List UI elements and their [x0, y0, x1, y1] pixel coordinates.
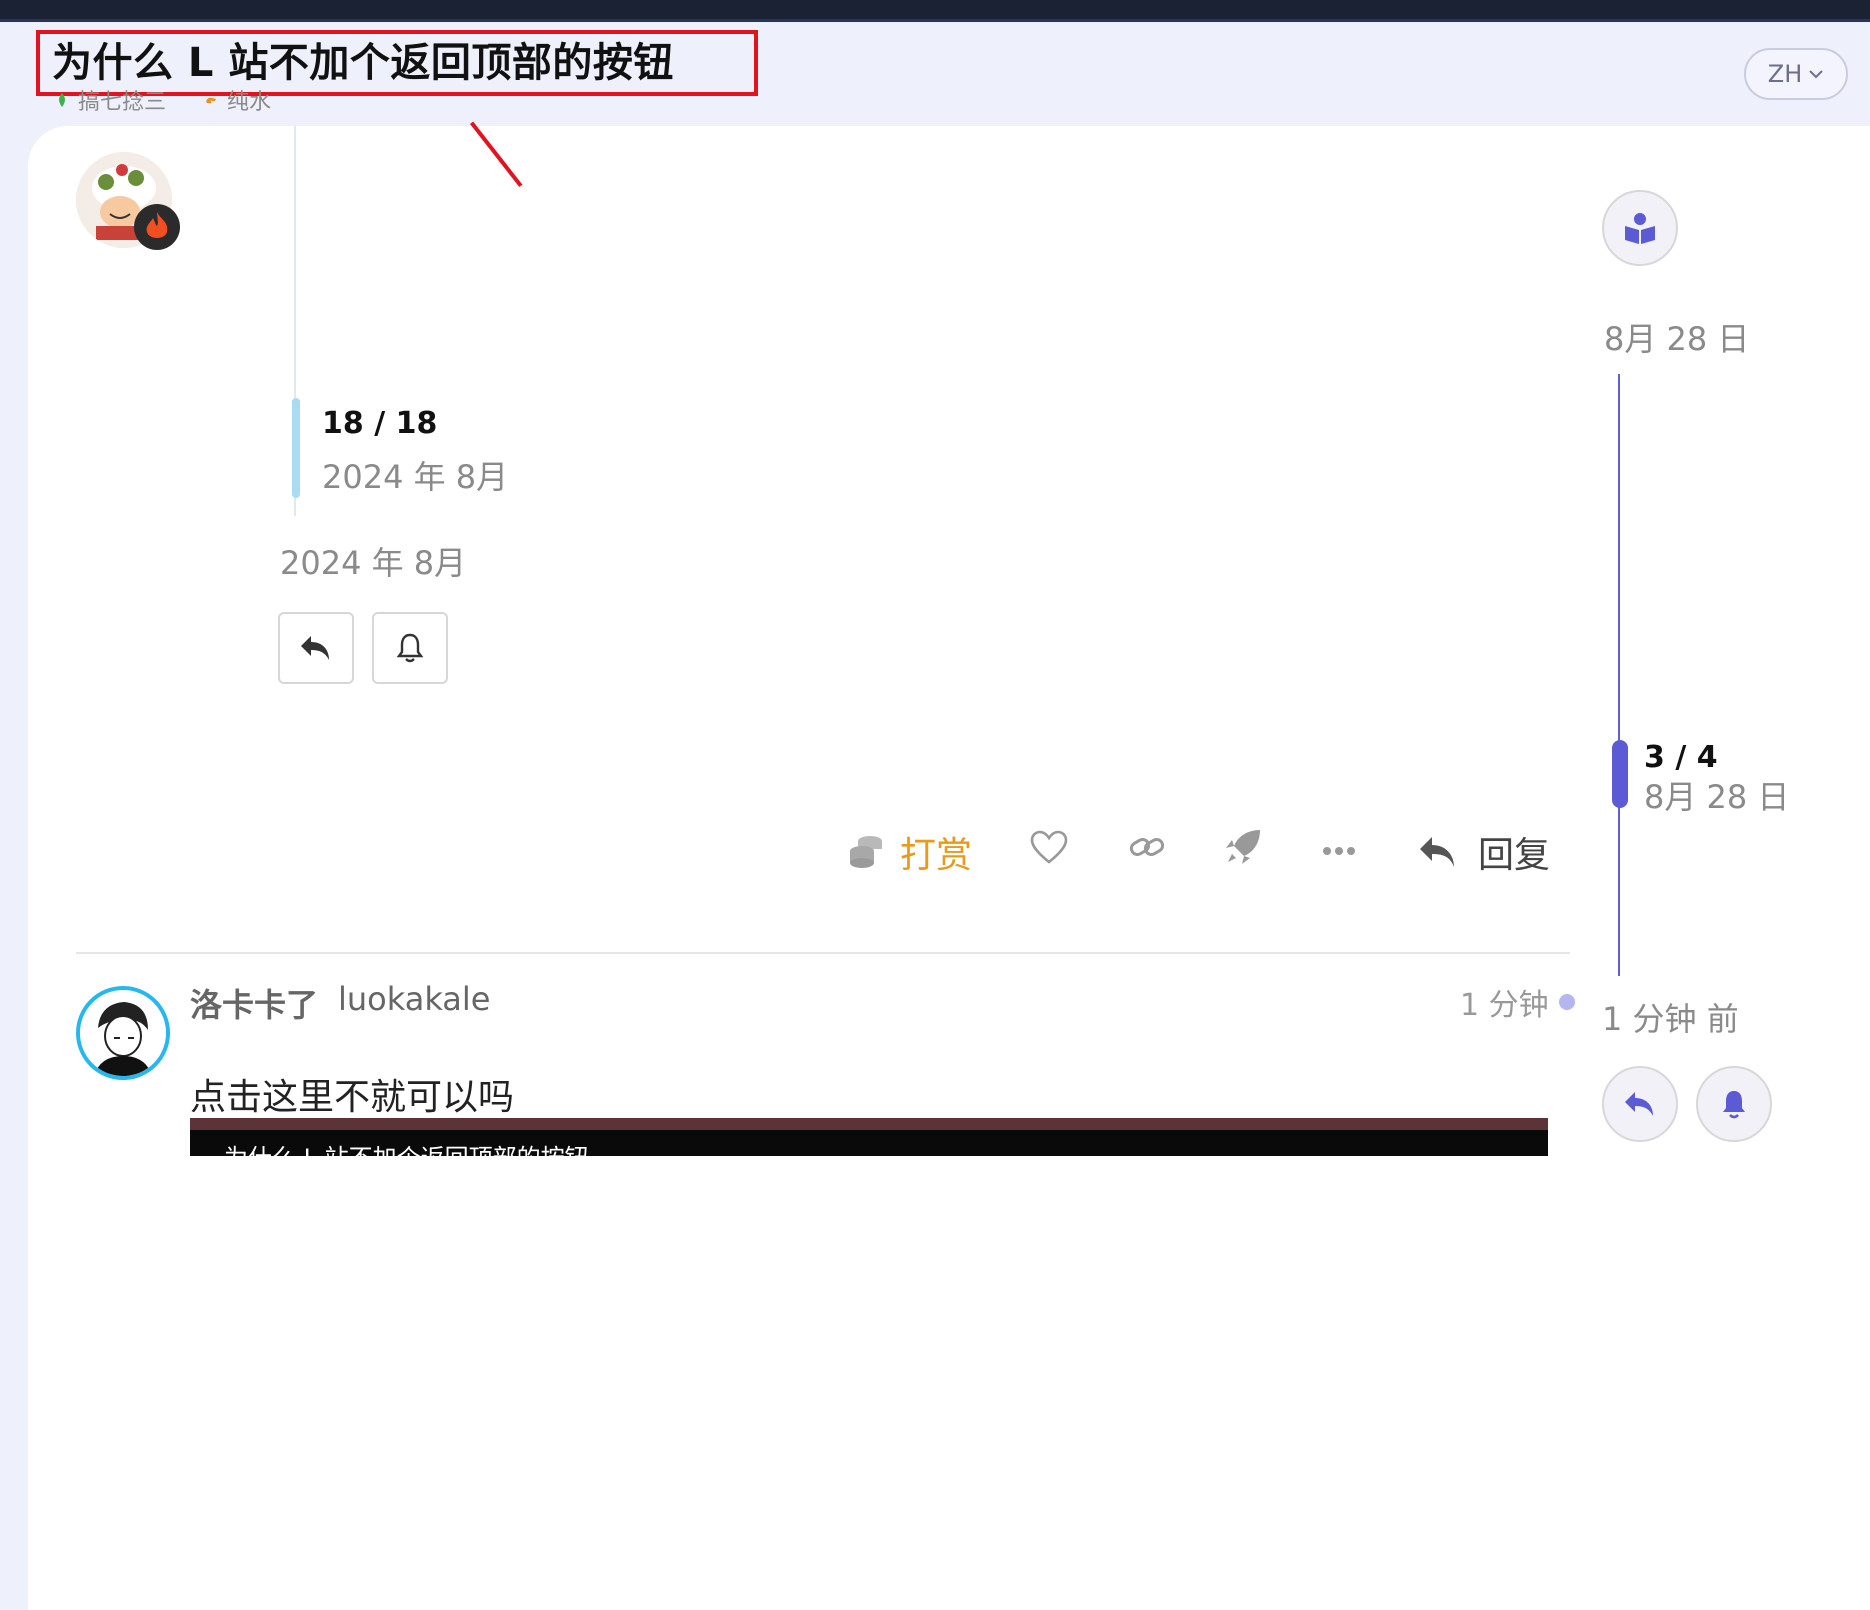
poster-full-name[interactable]: 洛卡卡了: [190, 980, 318, 1026]
mini-timeline-date: 2024 年 8月: [322, 458, 509, 496]
tip-label: 打赏: [900, 835, 973, 876]
notification-square-button[interactable]: [372, 612, 448, 684]
timeline-scroll-handle[interactable]: [1612, 740, 1628, 808]
post-age[interactable]: 1 分钟: [1460, 980, 1575, 1024]
mini-timeline-count: 18 / 18: [322, 406, 438, 441]
timeline-reply-button[interactable]: [1602, 1066, 1678, 1142]
hand-icon: [206, 97, 216, 104]
coins-icon: [850, 836, 882, 868]
link-icon: [1129, 838, 1165, 856]
language-label: ZH: [1767, 60, 1803, 88]
tip-button[interactable]: 打赏: [848, 826, 972, 878]
chevron-down-icon: [1809, 70, 1823, 79]
more-actions-button[interactable]: [1322, 846, 1356, 856]
mini-timeline-indicator: [292, 398, 300, 498]
bell-icon: [396, 633, 424, 663]
language-switch-button[interactable]: ZH: [1744, 48, 1848, 100]
leaf-icon: [59, 93, 65, 107]
bell-icon: [1723, 1091, 1745, 1119]
flair-fire-badge: [134, 204, 180, 250]
tag-water-label: 纯水: [227, 90, 272, 115]
book-reader-icon: [1625, 213, 1655, 244]
poster-username[interactable]: luokakale: [338, 980, 490, 1018]
post-age-label: 1 分钟: [1460, 988, 1549, 1023]
timeline-track: [1618, 374, 1620, 976]
avatar-luokakale[interactable]: [76, 986, 170, 1080]
timeline-end-date[interactable]: 1 分钟 前: [1602, 994, 1739, 1040]
topic-summary-button[interactable]: [1602, 190, 1678, 266]
post-body-text: 点击这里不就可以吗: [190, 1077, 515, 1118]
ellipsis-icon: [1323, 847, 1355, 855]
rocket-icon: [1226, 830, 1260, 864]
post-date: 2024 年 8月: [280, 544, 467, 582]
reply-label: 回复: [1478, 835, 1551, 876]
like-button[interactable]: [1030, 830, 1068, 864]
embedded-screenshot-title: 为什么 L 站不加个返回顶部的按钮: [224, 1138, 589, 1156]
fire-icon: [146, 212, 168, 238]
reply-icon: [301, 636, 329, 660]
reply-icon: [1420, 837, 1454, 867]
tag-category[interactable]: 搞七捻三: [56, 84, 166, 116]
tag-category-label: 搞七捻三: [78, 90, 167, 115]
heart-icon: [1030, 830, 1068, 864]
tag-water[interactable]: 纯水: [205, 84, 271, 116]
reply-square-button[interactable]: [278, 612, 354, 684]
topic-title[interactable]: 为什么 L 站不加个返回顶部的按钮: [52, 30, 674, 88]
timeline-position-count: 3 / 4: [1644, 740, 1718, 775]
copy-link-button[interactable]: [1128, 832, 1166, 862]
timeline-notification-button[interactable]: [1696, 1066, 1772, 1142]
browser-top-strip: [0, 0, 1870, 22]
boost-button[interactable]: [1224, 828, 1262, 866]
reply-icon: [1625, 1092, 1653, 1116]
post-divider: [76, 952, 1570, 954]
new-post-dot: [1558, 994, 1575, 1010]
timeline-start-date[interactable]: 8月 28 日: [1604, 314, 1749, 360]
anime-boy-avatar-image: [80, 990, 166, 1076]
topic-tags: 搞七捻三 纯水: [56, 84, 303, 116]
timeline-current-date: 8月 28 日: [1644, 778, 1790, 816]
embedded-screenshot[interactable]: 为什么 L 站不加个返回顶部的按钮: [190, 1118, 1548, 1156]
reply-button[interactable]: 回复: [1418, 826, 1550, 878]
